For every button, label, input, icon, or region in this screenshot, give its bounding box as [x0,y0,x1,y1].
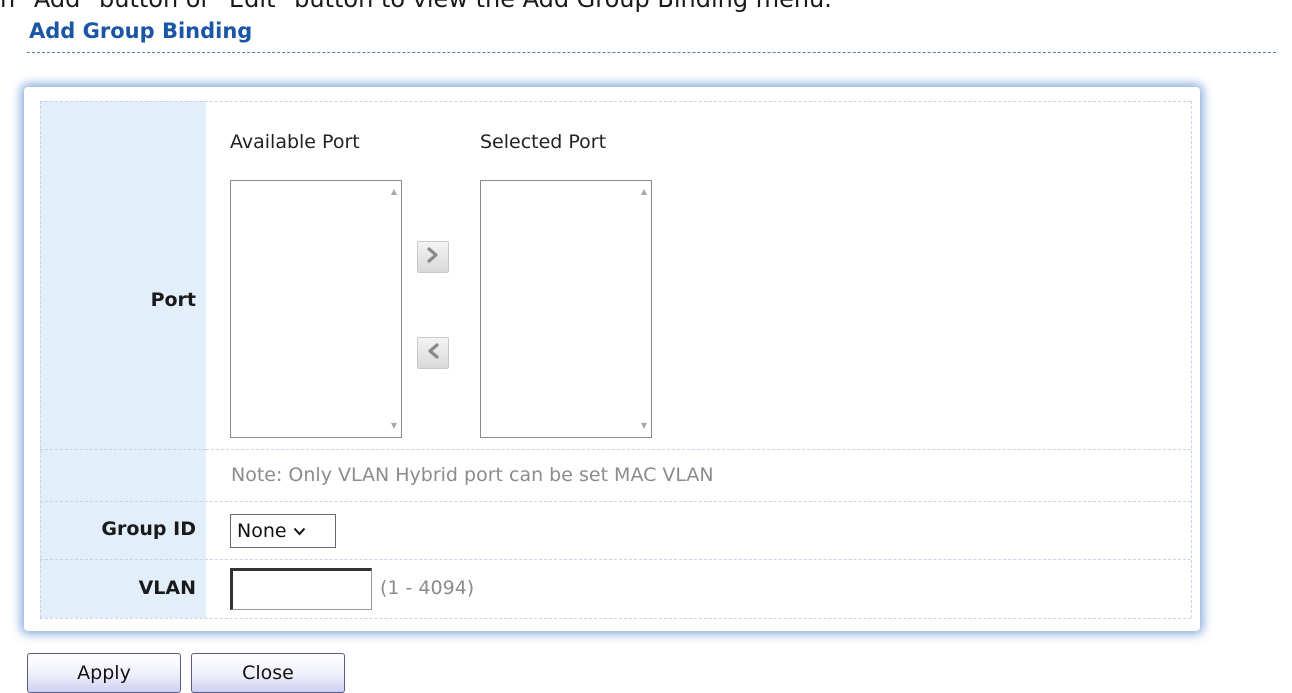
grid-port-bottom [40,501,1191,502]
section-title: Add Group Binding [29,19,253,43]
grid-group-bottom [40,559,1191,560]
vlan-label: VLAN [138,577,196,599]
grid-left [40,101,41,618]
chevron-right-icon [426,247,440,267]
scroll-down-icon[interactable]: ▼ [641,422,647,430]
grid-port-bottom-label [40,449,206,450]
group-id-label: Group ID [101,518,196,540]
apply-button[interactable]: Apply [27,653,181,693]
vlan-input[interactable] [230,568,372,610]
selected-port-list[interactable]: ▲ ▼ [480,180,652,438]
label-column [40,101,206,618]
scroll-up-icon[interactable]: ▲ [641,188,647,196]
chevron-down-icon [293,527,306,536]
port-label: Port [150,289,196,311]
grid-bottom [40,618,1191,619]
scroll-down-icon[interactable]: ▼ [391,422,397,430]
grid-right [1191,101,1192,618]
available-port-list[interactable]: ▲ ▼ [230,180,402,438]
selected-port-header: Selected Port [480,131,607,153]
close-button[interactable]: Close [191,653,345,693]
group-id-selected-value: None [237,520,287,542]
vlan-range-hint: (1 - 4094) [380,577,475,599]
move-to-available-button[interactable] [417,337,449,369]
scroll-up-icon[interactable]: ▲ [391,188,397,196]
group-id-select[interactable]: None [230,514,336,548]
available-port-header: Available Port [230,131,360,153]
instruction-caption: n "Add" button or "Edit" button to view … [0,0,832,13]
selected-port-scrollbar[interactable]: ▲ ▼ [636,181,651,437]
grid-list-note-divider [206,449,1191,450]
chevron-left-icon [426,343,440,363]
port-note: Note: Only VLAN Hybrid port can be set M… [231,464,714,486]
title-divider [27,52,1276,53]
move-to-selected-button[interactable] [417,241,449,273]
grid-top [40,101,1191,102]
available-port-scrollbar[interactable]: ▲ ▼ [386,181,401,437]
